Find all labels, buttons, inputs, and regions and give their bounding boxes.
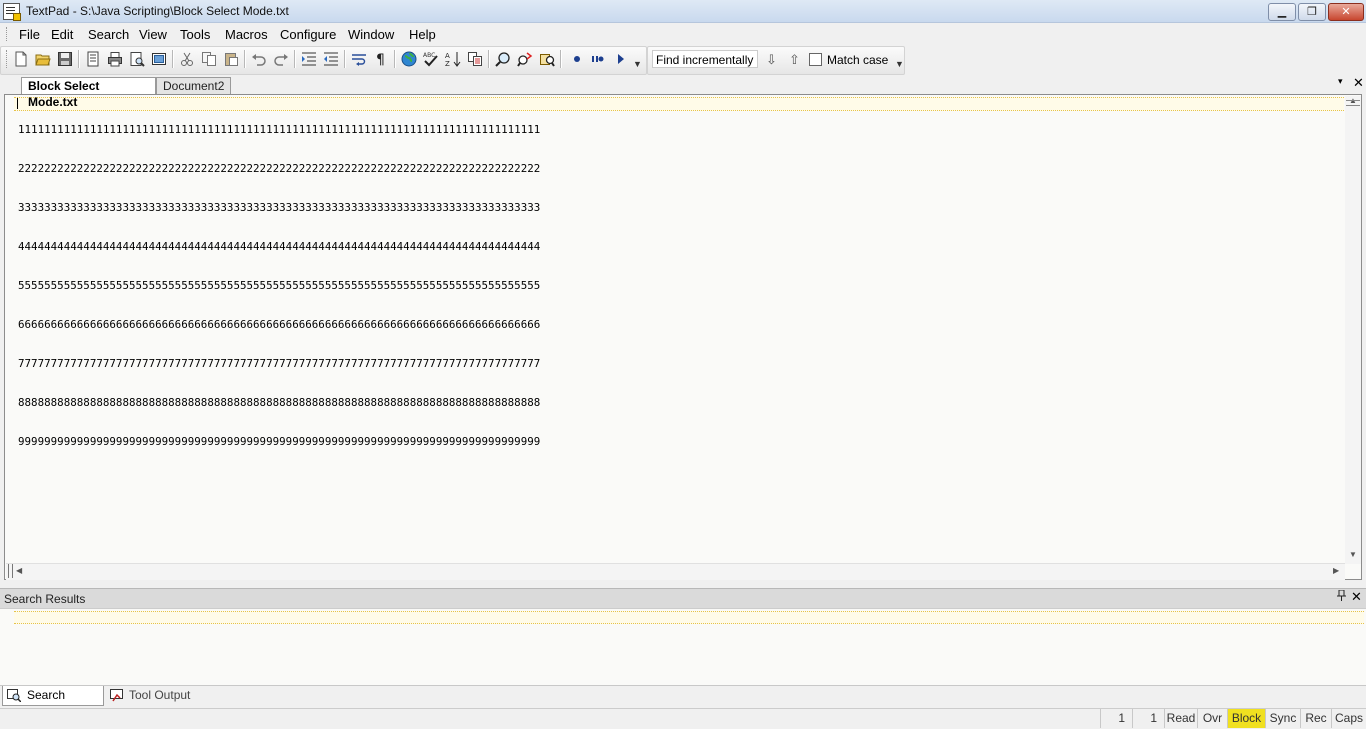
- toolbar-separator: [394, 50, 396, 68]
- horizontal-split-handle[interactable]: [8, 564, 13, 578]
- search-results-header: [0, 588, 1366, 609]
- word-wrap-icon[interactable]: [351, 51, 367, 67]
- find-next-icon[interactable]: ⇩: [766, 52, 777, 68]
- sort-icon[interactable]: AZ: [445, 51, 461, 67]
- paste-icon[interactable]: [223, 51, 239, 67]
- spelling-check-icon[interactable]: ABC: [423, 51, 439, 67]
- editor-line: 1111111111111111111111111111111111111111…: [18, 123, 541, 136]
- redo-icon[interactable]: [273, 51, 289, 67]
- match-case-checkbox[interactable]: [809, 53, 822, 66]
- svg-text:¶: ¶: [376, 52, 385, 67]
- status-caps-lock: Caps: [1331, 709, 1366, 728]
- toolbar-separator: [488, 50, 490, 68]
- copy-icon[interactable]: [201, 51, 217, 67]
- status-overwrite-mode[interactable]: Ovr: [1197, 709, 1227, 728]
- search-results-title: Search Results: [4, 592, 86, 606]
- tab-block-select-mode[interactable]: Block Select Mode.txt: [21, 77, 156, 109]
- new-file-icon[interactable]: [13, 51, 29, 67]
- find-in-files-icon[interactable]: [539, 51, 555, 67]
- status-record-mode[interactable]: Rec: [1300, 709, 1331, 728]
- tab-list-dropdown-icon[interactable]: ▾: [1338, 76, 1343, 87]
- toolbar-separator: [560, 50, 562, 68]
- browser-globe-icon[interactable]: [401, 51, 417, 67]
- close-document-icon[interactable]: ✕: [1353, 75, 1364, 91]
- status-block-mode[interactable]: Block: [1227, 709, 1265, 728]
- search-results-current-line: [14, 611, 1364, 624]
- scroll-right-icon[interactable]: ▶: [1333, 566, 1339, 575]
- save-icon[interactable]: [57, 51, 73, 67]
- toolbar-grip[interactable]: [6, 50, 8, 68]
- search-results-icon: [7, 689, 21, 702]
- window-title: TextPad - S:\Java Scripting\Block Select…: [26, 4, 289, 18]
- menu-view[interactable]: View: [139, 27, 167, 42]
- compare-files-icon[interactable]: [467, 51, 483, 67]
- toolbar-separator: [244, 50, 246, 68]
- scroll-left-icon[interactable]: ◀: [16, 566, 22, 575]
- menu-search[interactable]: Search: [88, 27, 129, 42]
- menu-grip[interactable]: [6, 27, 10, 41]
- editor-line: 2222222222222222222222222222222222222222…: [18, 162, 541, 175]
- open-folder-icon[interactable]: [35, 51, 51, 67]
- play-macro-icon[interactable]: [613, 51, 629, 67]
- find-toolbar-overflow-icon[interactable]: ▼: [895, 59, 904, 69]
- editor-text[interactable]: 1111111111111111111111111111111111111111…: [18, 97, 540, 461]
- minimize-button[interactable]: ▁: [1268, 3, 1296, 21]
- horizontal-scrollbar[interactable]: [6, 563, 1345, 580]
- indent-icon[interactable]: [301, 51, 317, 67]
- vertical-scrollbar[interactable]: [1345, 96, 1361, 564]
- editor-line: 3333333333333333333333333333333333333333…: [18, 201, 541, 214]
- status-line-number: 1: [1100, 709, 1132, 728]
- editor-line: 9999999999999999999999999999999999999999…: [18, 435, 541, 448]
- menu-edit[interactable]: Edit: [51, 27, 73, 42]
- editor-line: 4444444444444444444444444444444444444444…: [18, 240, 541, 253]
- tool-output-icon: [110, 689, 124, 702]
- status-sync-mode[interactable]: Sync: [1265, 709, 1300, 728]
- status-column-number: 1: [1132, 709, 1164, 728]
- toolbar-overflow-icon[interactable]: ▼: [633, 59, 642, 69]
- menu-help[interactable]: Help: [409, 27, 436, 42]
- pin-icon[interactable]: [1337, 589, 1346, 604]
- toolbar-separator: [78, 50, 80, 68]
- find-previous-icon[interactable]: ⇧: [789, 52, 800, 68]
- toolbar-separator: [172, 50, 174, 68]
- menu-configure[interactable]: Configure: [280, 27, 336, 42]
- toolbar-separator: [344, 50, 346, 68]
- print-preview-icon[interactable]: [129, 51, 145, 67]
- find-incrementally-input[interactable]: Find incrementally: [652, 50, 758, 68]
- menu-tools[interactable]: Tools: [180, 27, 210, 42]
- textpad-app-icon[interactable]: [3, 3, 21, 21]
- record-macro-icon[interactable]: [569, 51, 585, 67]
- editor-line: 7777777777777777777777777777777777777777…: [18, 357, 541, 370]
- outdent-icon[interactable]: [323, 51, 339, 67]
- status-read-mode[interactable]: Read: [1164, 709, 1197, 728]
- restore-button[interactable]: ❐: [1298, 3, 1326, 21]
- close-window-button[interactable]: ✕: [1328, 3, 1364, 21]
- find-icon[interactable]: [495, 51, 511, 67]
- text-caret: [17, 98, 18, 109]
- pause-macro-icon[interactable]: [589, 51, 605, 67]
- close-panel-icon[interactable]: ✕: [1351, 589, 1362, 605]
- menu-macros[interactable]: Macros: [225, 27, 268, 42]
- svg-text:ABC: ABC: [423, 52, 435, 59]
- save-all-icon[interactable]: [85, 51, 101, 67]
- svg-text:A: A: [445, 52, 450, 60]
- replace-icon[interactable]: [517, 51, 533, 67]
- match-case-label[interactable]: Match case: [827, 53, 888, 67]
- menu-window[interactable]: Window: [348, 27, 394, 42]
- svg-text:Z: Z: [445, 60, 450, 67]
- undo-icon[interactable]: [251, 51, 267, 67]
- vertical-scroll-split-handle[interactable]: [1346, 100, 1360, 106]
- document-properties-icon[interactable]: [151, 51, 167, 67]
- print-icon[interactable]: [107, 51, 123, 67]
- editor-line: 8888888888888888888888888888888888888888…: [18, 396, 541, 409]
- editor-line: 6666666666666666666666666666666666666666…: [18, 318, 541, 331]
- editor-line: 5555555555555555555555555555555555555555…: [18, 279, 541, 292]
- tab-document2[interactable]: Document2: [156, 77, 231, 94]
- toolbar-separator: [294, 50, 296, 68]
- scroll-down-icon[interactable]: ▼: [1349, 550, 1357, 559]
- visible-spaces-icon[interactable]: ¶: [373, 51, 389, 67]
- menu-file[interactable]: File: [19, 27, 40, 42]
- cut-icon[interactable]: [179, 51, 195, 67]
